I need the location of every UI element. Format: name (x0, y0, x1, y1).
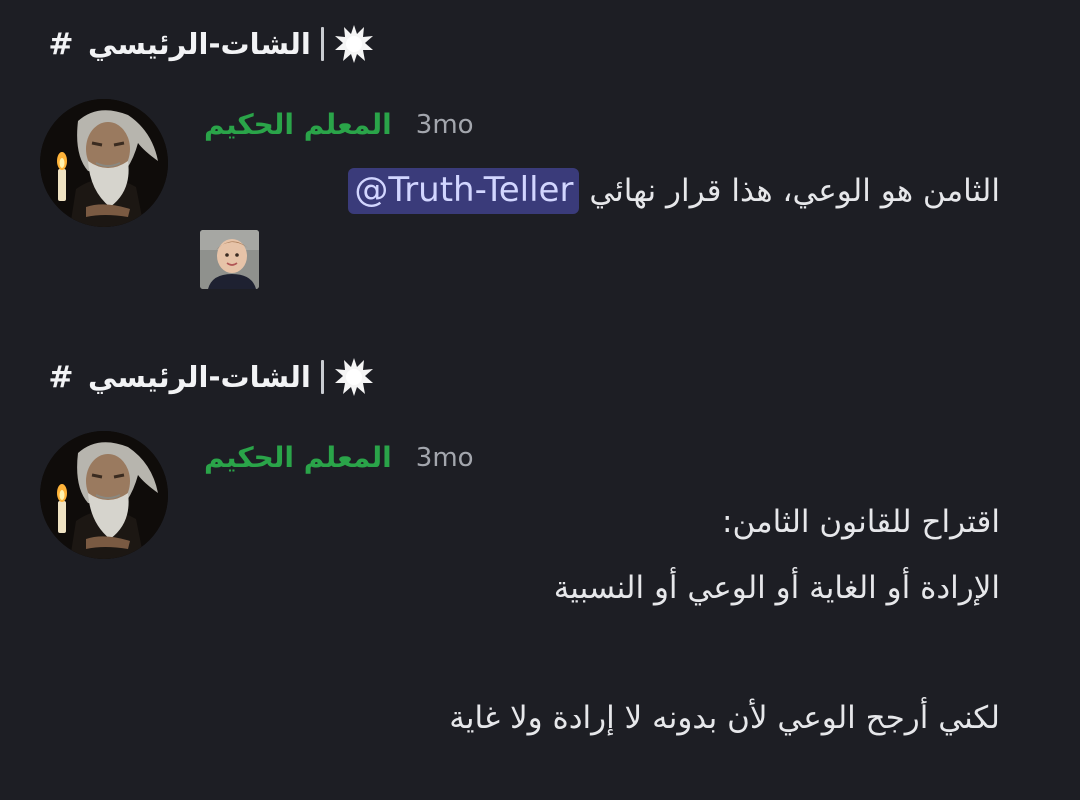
message-line: اقتراح للقانون الثامن: (722, 504, 1000, 540)
message-header: المعلم الحكيم 3mo (204, 441, 474, 474)
avatar[interactable] (40, 99, 168, 227)
author-name[interactable]: المعلم الحكيم (204, 441, 392, 474)
message-body: الثامن هو الوعي، هذا قرار نهائي (589, 173, 1000, 209)
channel-header[interactable]: # الشات-الرئيسي (44, 19, 374, 69)
user-mention[interactable]: @Truth-Teller (348, 168, 580, 214)
timestamp: 3mo (415, 109, 474, 140)
message-text: الثامن هو الوعي، هذا قرار نهائي @Truth-T… (348, 168, 1000, 214)
hash-icon: # (48, 26, 74, 62)
channel-name[interactable]: الشات-الرئيسي (88, 360, 311, 394)
hash-icon: # (48, 359, 74, 395)
message-header: المعلم الحكيم 3mo (204, 108, 474, 141)
burst-icon (334, 25, 373, 63)
channel-header[interactable]: # الشات-الرئيسي (44, 352, 374, 402)
author-name[interactable]: المعلم الحكيم (204, 108, 392, 141)
attachment-thumbnail[interactable] (200, 230, 259, 289)
message-feed: # الشات-الرئيسي المعلم الحكيم 3mo الثامن… (0, 0, 1080, 800)
message-line: الإرادة أو الغاية أو الوعي أو النسبية (553, 570, 1000, 606)
timestamp: 3mo (415, 442, 474, 473)
channel-separator (320, 360, 324, 394)
avatar[interactable] (40, 431, 168, 559)
message-line: لكني أرجح الوعي لأن بدونه لا إرادة ولا غ… (449, 700, 1000, 736)
burst-icon (334, 358, 373, 396)
channel-name[interactable]: الشات-الرئيسي (88, 27, 311, 61)
channel-separator (320, 27, 324, 61)
